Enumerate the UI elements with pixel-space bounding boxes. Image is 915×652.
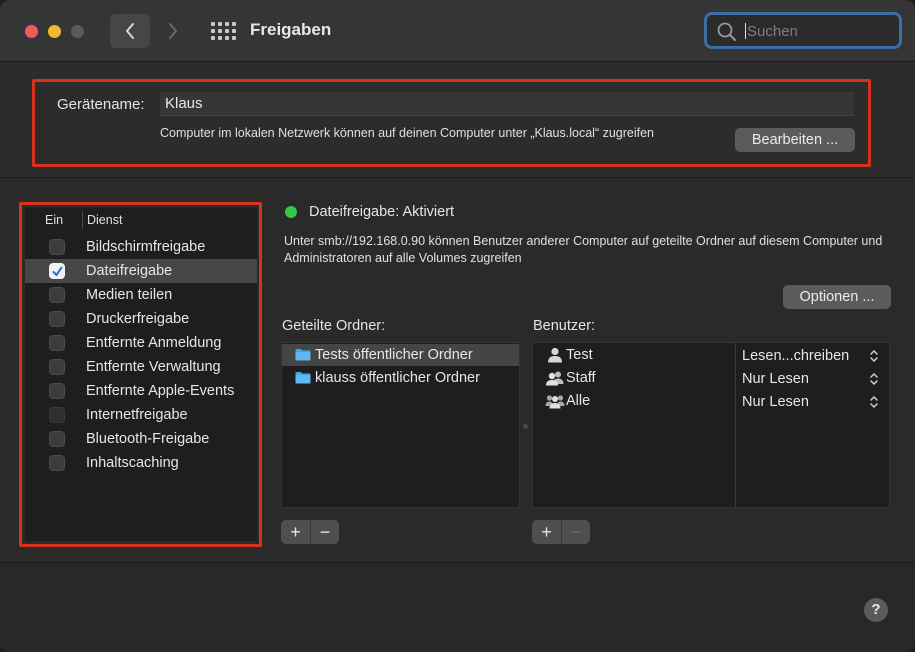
remove-folder-button[interactable]: − [310,520,339,544]
permission-popup[interactable]: Nur Lesen [742,394,809,410]
search-icon [717,22,736,41]
group-icon [546,371,564,386]
options-button[interactable]: Optionen ... [783,285,891,309]
add-user-button[interactable]: + [532,520,561,544]
permission-popup[interactable]: Nur Lesen [742,371,809,387]
shared-folders-list[interactable]: Tests öffentlicher Ordner klauss öffentl… [281,342,520,508]
user-name: Alle [566,393,591,409]
search-field[interactable] [704,12,902,49]
shared-folder-label: klauss öffentlicher Ordner [315,370,480,386]
edit-button[interactable]: Bearbeiten ... [735,128,855,152]
user-name: Staff [566,370,596,386]
forward-button[interactable] [156,14,190,48]
text-cursor [745,23,746,39]
service-description: Unter smb://192.168.0.90 können Benutzer… [284,234,883,265]
status-indicator [285,206,297,218]
user-add-remove-control: + − [532,520,590,544]
user-icon [548,347,562,363]
chevron-up-down-icon[interactable] [869,372,879,386]
users-list[interactable]: Test Lesen...chreiben Staff Nur Lesen Al… [532,342,890,508]
folder-icon [295,372,311,384]
system-preferences-window: Freigaben Gerätename: Klaus Computer im … [0,0,915,652]
back-button[interactable] [110,14,150,48]
minimize-window-button[interactable] [48,25,61,38]
everyone-icon [545,395,565,409]
chevron-left-icon [126,23,134,39]
close-window-button[interactable] [25,25,38,38]
add-folder-button[interactable]: + [281,520,310,544]
shared-folders-title: Geteilte Ordner: [282,318,386,334]
users-title: Benutzer: [533,318,596,334]
permission-popup[interactable]: Lesen...chreiben [742,348,849,364]
chevron-up-down-icon[interactable] [869,395,879,409]
shared-folder-row[interactable]: Tests öffentlicher Ordner [282,344,519,366]
user-row[interactable]: Alle Nur Lesen [533,390,889,413]
device-name-label: Gerätename: [57,96,145,113]
window-title: Freigaben [250,20,332,39]
device-name-field[interactable]: Klaus [160,92,854,116]
titlebar: Freigaben [0,0,915,62]
split-view-handle[interactable] [523,424,528,429]
service-status: Dateifreigabe: Aktiviert [309,204,455,220]
user-row[interactable]: Staff Nur Lesen [533,367,889,390]
chevron-up-down-icon[interactable] [869,349,879,363]
annotation-box-services [19,202,262,547]
chevron-right-icon [169,23,177,39]
user-name: Test [566,347,593,363]
device-address-info: Computer im lokalen Netzwerk können auf … [160,126,655,140]
search-input[interactable] [747,20,897,42]
remove-user-button[interactable]: − [561,520,590,544]
shared-folder-row[interactable]: klauss öffentlicher Ordner [282,367,519,389]
zoom-window-button[interactable] [71,25,84,38]
folder-add-remove-control: + − [281,520,339,544]
help-button[interactable]: ? [864,598,888,622]
user-row[interactable]: Test Lesen...chreiben [533,344,889,367]
shared-folder-label: Tests öffentlicher Ordner [315,347,473,363]
folder-icon [295,349,311,361]
show-all-grid-icon[interactable] [211,22,236,40]
